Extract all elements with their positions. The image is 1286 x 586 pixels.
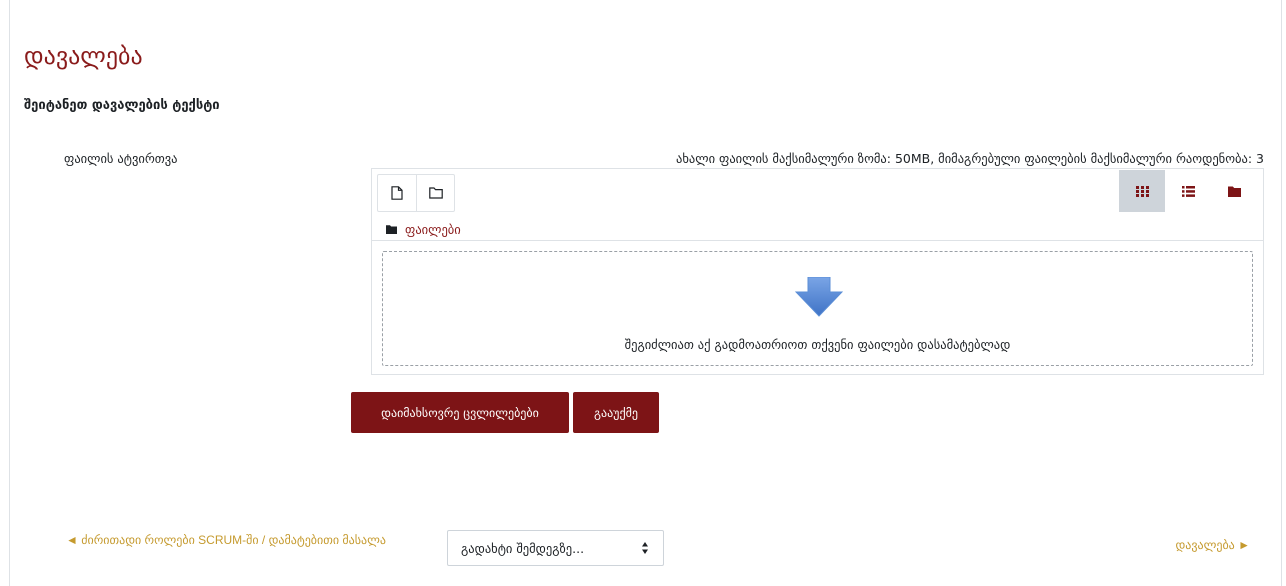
drop-arrow-icon xyxy=(795,277,843,317)
folder-tree-icon xyxy=(1227,186,1241,197)
save-changes-button[interactable]: დაიმახსოვრე ცვლილებები xyxy=(351,392,569,433)
next-activity-link[interactable]: დავალება ► xyxy=(1175,538,1250,552)
jump-to-select-value: გადახტი შემდეგზე... xyxy=(461,540,585,556)
file-manager: ფაილები შეგიძლიათ აქ გადმოათრიოთ თქვენი … xyxy=(371,168,1264,375)
dropzone-text: შეგიძლიათ აქ გადმოათრიოთ თქვენი ფაილები … xyxy=(624,337,1011,352)
upload-limits-text: ახალი ფაილის მაქსიმალური ზომა: 50MB, მიმ… xyxy=(676,151,1264,166)
list-view-button[interactable] xyxy=(1165,170,1211,212)
previous-activity-link[interactable]: ◄ ძირითადი როლები SCRUM-ში / დამატებითი … xyxy=(56,530,396,551)
folder-outline-icon xyxy=(428,187,443,199)
jump-to-select[interactable]: გადახტი შემდეგზე... xyxy=(447,530,664,566)
file-dropzone[interactable]: შეგიძლიათ აქ გადმოათრიოთ თქვენი ფაილები … xyxy=(382,251,1253,366)
tree-view-button[interactable] xyxy=(1211,170,1257,212)
cancel-button[interactable]: გააუქმე xyxy=(573,392,659,433)
add-file-button[interactable] xyxy=(378,175,416,211)
files-root-link[interactable]: ფაილები xyxy=(405,222,461,237)
file-manager-toolbar xyxy=(372,169,1263,219)
page-title: დავალება xyxy=(24,42,143,70)
view-mode-group xyxy=(1119,170,1257,212)
select-caret-icon xyxy=(642,542,648,554)
file-upload-label: ფაილის ატვირთვა xyxy=(64,151,178,166)
create-folder-button[interactable] xyxy=(416,175,454,211)
section-heading: შეიტანეთ დავალების ტექსტი xyxy=(24,98,220,113)
file-actions-group xyxy=(377,174,455,212)
grid-icon xyxy=(1135,185,1149,197)
list-icon xyxy=(1181,185,1195,197)
file-icon xyxy=(391,186,403,200)
file-path-breadcrumb: ფაილები xyxy=(372,219,1263,241)
grid-view-button[interactable] xyxy=(1119,170,1165,212)
folder-icon xyxy=(386,225,397,234)
